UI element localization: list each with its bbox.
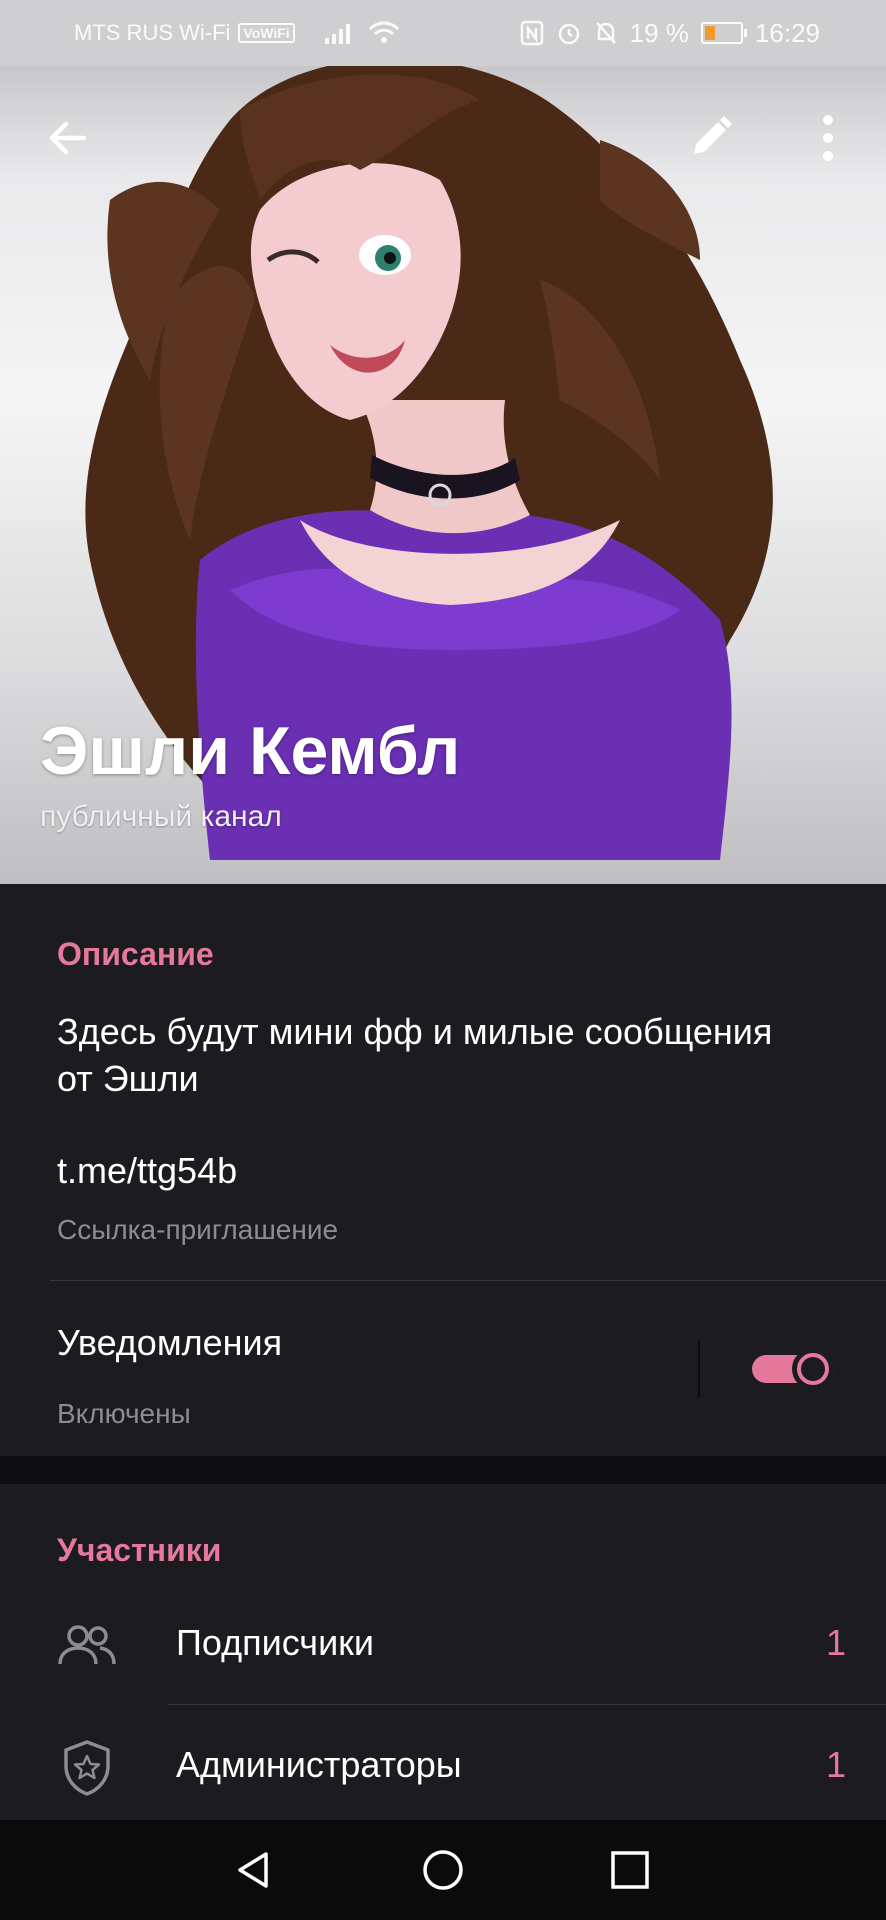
subscribers-count: 1 [825, 1622, 846, 1663]
more-options-icon[interactable] [806, 110, 850, 166]
alarm-icon [558, 23, 579, 45]
nav-back-icon[interactable] [230, 1846, 278, 1894]
mute-bell-icon [595, 22, 616, 44]
wifi-icon [368, 21, 399, 43]
back-arrow-icon[interactable] [40, 110, 96, 166]
administrators-count: 1 [825, 1744, 846, 1785]
channel-info-section: Описание Здесь будут мини фф и милые соо… [0, 884, 886, 1456]
members-header: Участники [57, 1532, 222, 1568]
invite-link-caption: Ссылка-приглашение [57, 1214, 339, 1245]
members-section: Участники Подписчики 1 Администраторы 1 [0, 1484, 886, 1820]
battery-percent: 19 % [629, 17, 689, 48]
notifications-state: Включены [57, 1398, 191, 1429]
edit-pencil-icon[interactable] [682, 110, 738, 166]
administrators-row[interactable]: Администраторы 1 [0, 1712, 886, 1822]
vowifi-badge: VoWiFi [238, 23, 295, 43]
channel-header: Эшли Кембл публичный канал [0, 0, 886, 884]
people-icon [58, 1625, 116, 1665]
description-text: Здесь будут мини фф и милые сообщения от… [57, 1011, 773, 1099]
subscribers-label: Подписчики [176, 1622, 375, 1663]
subscribers-row[interactable]: Подписчики 1 [0, 1590, 886, 1700]
divider [50, 1280, 886, 1281]
status-bar: MTS RUS Wi-Fi VoWiFi 19 % 16:29 [0, 0, 886, 66]
clock: 16:29 [754, 17, 820, 48]
notifications-toggle[interactable] [752, 1348, 834, 1390]
nav-home-icon[interactable] [419, 1846, 467, 1894]
channel-title: Эшли Кембл [40, 713, 461, 789]
admin-shield-icon [64, 1740, 110, 1796]
divider [168, 1704, 886, 1705]
battery-icon [700, 22, 747, 44]
description-header: Описание [57, 936, 214, 972]
nav-recents-icon[interactable] [606, 1846, 654, 1894]
carrier-label: MTS RUS Wi-Fi [74, 20, 231, 45]
invite-link[interactable]: t.me/ttg54b [57, 1150, 237, 1192]
nfc-icon [520, 20, 543, 46]
section-spacer [0, 1456, 886, 1484]
notifications-label: Уведомления [57, 1322, 283, 1363]
vertical-separator [698, 1340, 700, 1398]
signal-icon [324, 22, 350, 44]
system-navigation-bar [0, 1820, 886, 1920]
channel-type-label: публичный канал [40, 800, 282, 833]
administrators-label: Администраторы [176, 1744, 462, 1785]
